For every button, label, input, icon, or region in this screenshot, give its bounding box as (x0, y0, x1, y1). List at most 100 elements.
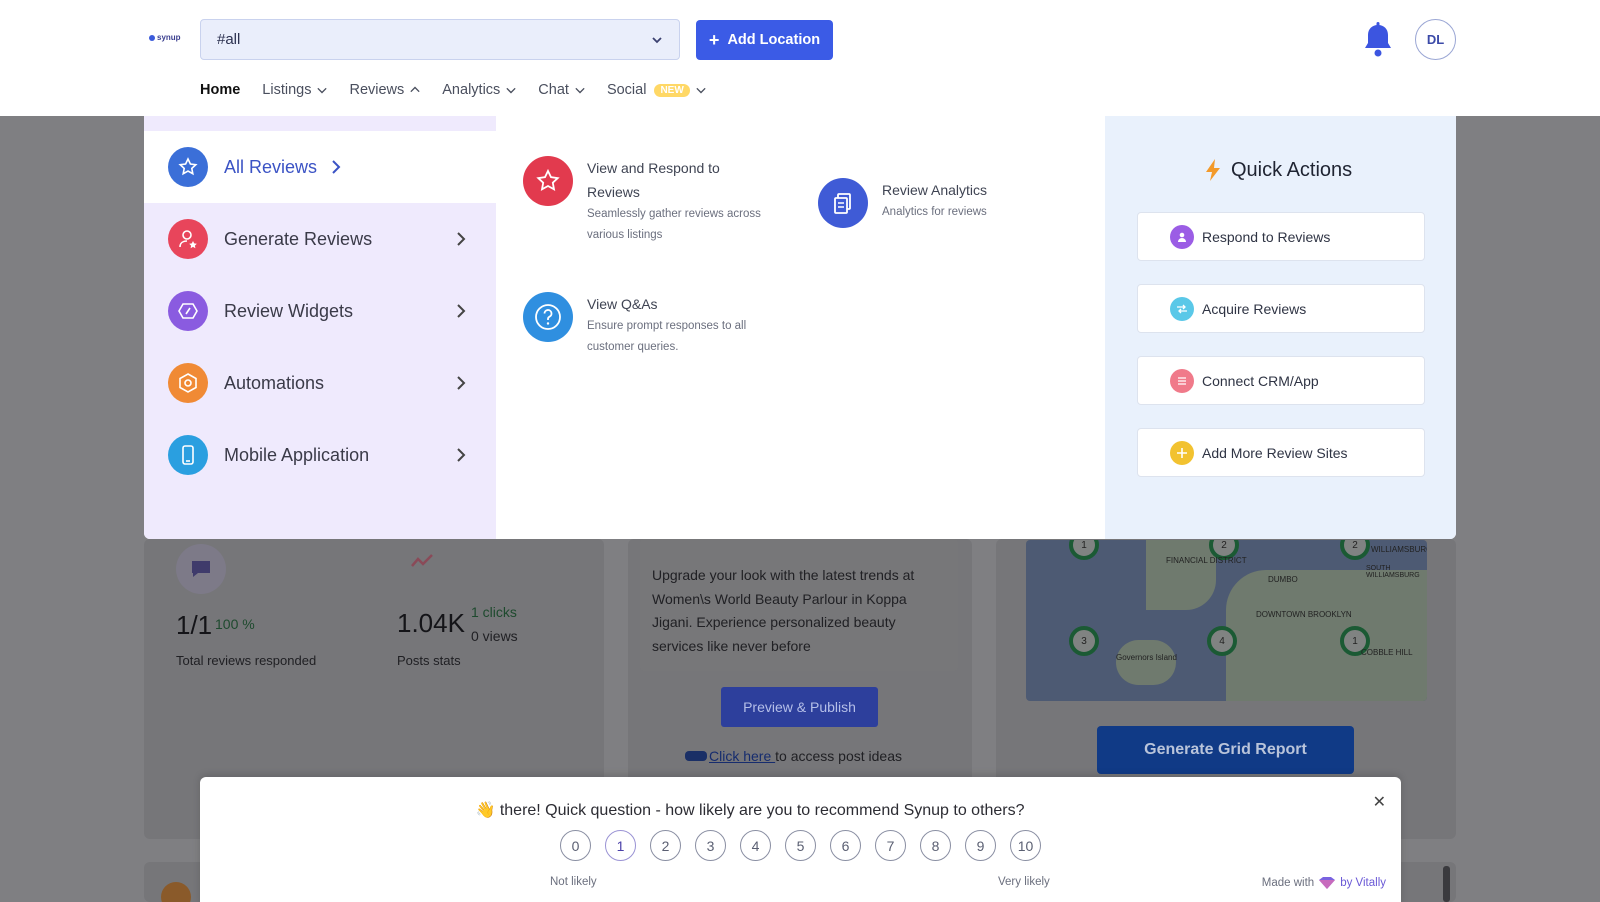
star-badge-icon (168, 147, 208, 187)
feature-view-qas[interactable]: View Q&As Ensure prompt responses to all… (523, 292, 793, 358)
acquire-icon (1170, 296, 1194, 321)
user-avatar[interactable]: DL (1415, 19, 1456, 60)
location-select[interactable]: #all (200, 19, 680, 60)
close-icon[interactable]: ✕ (1373, 792, 1386, 812)
qa-connect-crm[interactable]: Connect CRM/App (1137, 356, 1425, 405)
connect-icon (1170, 368, 1194, 393)
chevron-down-icon (575, 87, 585, 94)
nps-option[interactable]: 1 (605, 830, 636, 861)
quick-actions-title: Quick Actions (1203, 158, 1352, 182)
star-icon (523, 156, 573, 206)
nav-reviews[interactable]: Reviews (349, 82, 420, 98)
new-badge: NEW (654, 83, 690, 97)
top-bar: synup #all + Add Location DL Home Listin… (0, 0, 1600, 116)
nav-home-label: Home (200, 82, 241, 98)
generate-grid-report-button[interactable]: Generate Grid Report (1097, 726, 1354, 774)
category-generate-reviews[interactable]: Generate Reviews (144, 203, 496, 275)
map-pin[interactable]: 1 (1069, 540, 1099, 560)
logo-text: synup (157, 33, 181, 42)
nps-option[interactable]: 8 (920, 830, 951, 861)
map-label: SOUTH WILLIAMSBURG (1366, 565, 1420, 579)
reviews-ratio: 1/1 (176, 610, 213, 640)
nav-analytics-label: Analytics (442, 82, 501, 98)
category-label: Mobile Application (224, 444, 370, 465)
user-star-icon (168, 219, 208, 259)
post-text: Upgrade your look with the latest trends… (652, 567, 915, 654)
click-here-link[interactable]: Click here (709, 748, 775, 764)
nps-option[interactable]: 0 (560, 830, 591, 861)
preview-publish-button[interactable]: Preview & Publish (721, 687, 878, 727)
nps-option[interactable]: 9 (965, 830, 996, 861)
add-location-label: Add Location (727, 32, 821, 48)
feature-desc: Ensure prompt responses to all customer … (587, 320, 747, 353)
scrollbar[interactable] (1443, 866, 1450, 902)
nps-option[interactable]: 7 (875, 830, 906, 861)
category-automations[interactable]: Automations (144, 347, 496, 419)
nps-scale: 0 1 2 3 4 5 6 7 8 9 10 (560, 830, 1041, 861)
posts-clicks: 1 clicks (471, 604, 517, 620)
nav-reviews-label: Reviews (349, 82, 405, 98)
trend-icon (410, 552, 436, 575)
reviews-stat-icon (176, 544, 226, 594)
qa-acquire-reviews[interactable]: Acquire Reviews (1137, 284, 1425, 333)
category-label: Generate Reviews (224, 228, 373, 249)
add-location-button[interactable]: + Add Location (696, 20, 833, 60)
feature-desc: Seamlessly gather reviews across various… (587, 208, 761, 241)
quick-actions-title-text: Quick Actions (1231, 158, 1353, 181)
feature-view-respond[interactable]: View and Respond to Reviews Seamlessly g… (523, 156, 793, 246)
map-pin[interactable]: 4 (1207, 626, 1237, 656)
nav-listings-label: Listings (262, 82, 312, 98)
map-pin[interactable]: 3 (1069, 626, 1099, 656)
made-with-vitally[interactable]: Made with by Vitally (1262, 876, 1386, 890)
reviews-percent: 100 % (215, 616, 255, 632)
nps-option[interactable]: 3 (695, 830, 726, 861)
qa-label: Respond to Reviews (1202, 228, 1331, 245)
posts-views: 0 views (471, 628, 518, 644)
category-label: All Reviews (224, 156, 318, 177)
vitally-text: by Vitally (1340, 877, 1386, 889)
nps-option[interactable]: 4 (740, 830, 771, 861)
main-nav: Home Listings Reviews Analytics Chat Soc… (200, 82, 728, 98)
vitally-logo-icon (1319, 877, 1336, 889)
nps-option[interactable]: 5 (785, 830, 816, 861)
nav-analytics[interactable]: Analytics (442, 82, 516, 98)
map-label: DUMBO (1268, 575, 1298, 584)
qa-label: Acquire Reviews (1202, 300, 1307, 317)
posts-caption: Posts stats (397, 653, 461, 668)
lightning-icon (1206, 159, 1220, 181)
nav-home[interactable]: Home (200, 82, 240, 98)
qa-label: Connect CRM/App (1202, 372, 1319, 389)
map-label: DOWNTOWN BROOKLYN (1256, 610, 1352, 619)
phone-icon (168, 435, 208, 475)
post-ideas-line: Click here to access post ideas (685, 748, 902, 764)
plus-icon: + (708, 30, 720, 50)
chevron-down-icon (506, 87, 516, 94)
qa-add-review-sites[interactable]: Add More Review Sites (1137, 428, 1425, 477)
map-pin[interactable]: 2 (1340, 540, 1370, 560)
not-likely-label: Not likely (550, 876, 597, 888)
nps-option[interactable]: 6 (830, 830, 861, 861)
chevron-down-icon (317, 87, 328, 94)
nps-option[interactable]: 2 (650, 830, 681, 861)
notification-bell-icon[interactable] (1362, 22, 1394, 58)
nps-option[interactable]: 10 (1010, 830, 1041, 861)
nav-chat[interactable]: Chat (538, 82, 585, 98)
location-select-value: #all (217, 31, 241, 48)
synup-logo[interactable]: synup (149, 33, 181, 42)
post-ideas-text: to access post ideas (775, 748, 902, 764)
grid-map[interactable]: 1 2 2 3 4 1 FINANCIAL DISTRICT DUMBO DOW… (1026, 540, 1427, 701)
category-all-reviews[interactable]: All Reviews (144, 131, 496, 203)
feature-title: View Q&As (587, 296, 658, 312)
nav-listings[interactable]: Listings (262, 82, 328, 98)
survey-question: 👋 there! Quick question - how likely are… (475, 802, 1025, 819)
qa-respond-to-reviews[interactable]: Respond to Reviews (1137, 212, 1425, 261)
feature-review-analytics[interactable]: Review Analytics Analytics for reviews (818, 178, 1078, 228)
idea-icon (685, 751, 707, 761)
category-review-widgets[interactable]: Review Widgets (144, 275, 496, 347)
chevron-right-icon (332, 160, 341, 174)
nav-social[interactable]: Social NEW (607, 82, 706, 98)
respond-icon (1170, 224, 1194, 249)
category-mobile-application[interactable]: Mobile Application (144, 419, 496, 491)
feature-title: Review Analytics (882, 182, 988, 198)
chevron-right-icon (457, 304, 466, 318)
